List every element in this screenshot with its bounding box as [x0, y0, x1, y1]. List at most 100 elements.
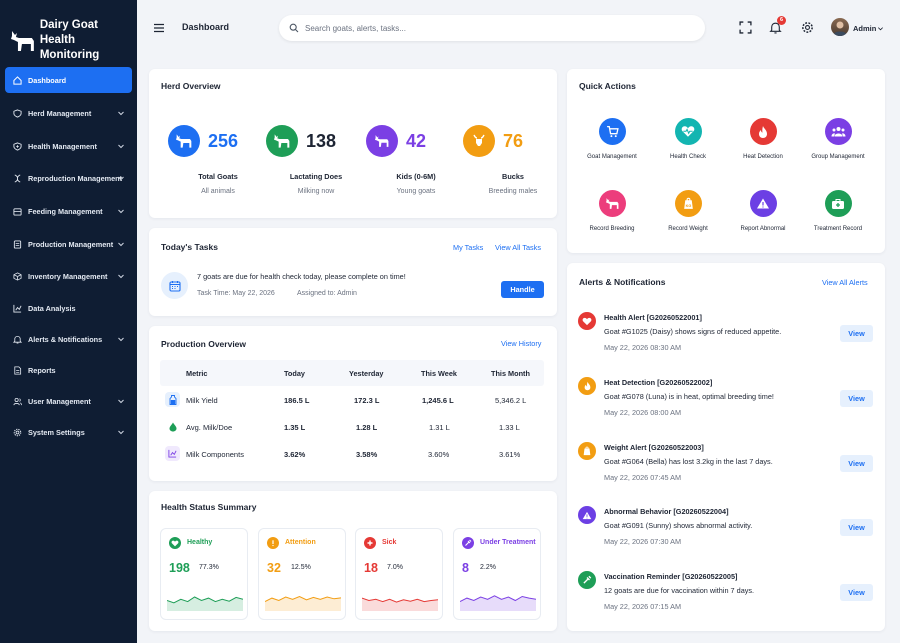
quick-action-heat-detection[interactable]: Heat Detection [728, 118, 798, 160]
sidebar-item-inventory[interactable]: Inventory Management [5, 263, 132, 289]
app-title-line2: Health Monitoring [39, 34, 100, 61]
alert-time: May 22, 2026 07:15 AM [604, 602, 682, 611]
alert-item[interactable]: Heat Detection [G20260522002] Goat #G078… [578, 377, 878, 437]
sidebar-item-label: Inventory Management [28, 271, 108, 281]
drop-icon [165, 419, 180, 434]
health-card-healthy[interactable]: Healthy 198 77.3% [160, 528, 248, 620]
metric-week: 1.31 L [429, 423, 450, 432]
alert-item[interactable]: Health Alert [G20260522001] Goat #G1025 … [578, 312, 878, 372]
quick-action-treatment-record[interactable]: Treatment Record [803, 190, 873, 232]
sidebar-item-herd[interactable]: Herd Management [5, 100, 132, 126]
view-history-link[interactable]: View History [501, 339, 541, 348]
top-bar: Dashboard [137, 0, 900, 57]
bell-icon [12, 334, 22, 344]
alert-description: Goat #G091 (Sunny) shows abnormal activi… [604, 521, 753, 530]
table-row[interactable]: Milk Components 3.62% 3.58% 3.60% 3.61% [160, 441, 544, 467]
alert-title: Heat Detection [G20260522002] [604, 378, 713, 387]
view-all-alerts-link[interactable]: View All Alerts [822, 278, 868, 287]
table-row[interactable]: Avg. Milk/Doe 1.35 L 1.28 L 1.31 L 1.33 … [160, 414, 544, 440]
quick-action-label: Heat Detection [743, 154, 783, 160]
quick-action-label: Treatment Record [813, 226, 863, 232]
health-card-attention[interactable]: Attention 32 12.5% [258, 528, 346, 620]
metric-yesterday: 1.28 L [356, 423, 378, 432]
alert-description: Goat #G064 (Bella) has lost 3.2kg in the… [604, 457, 773, 466]
quick-action-label: Health Check [669, 154, 707, 160]
view-button[interactable]: View [840, 325, 873, 342]
herd-stat-sub: Milking now [297, 188, 335, 195]
menu-icon[interactable] [153, 22, 165, 34]
alert-item[interactable]: Weight Alert [G20260522003] Goat #G064 (… [578, 442, 878, 502]
herd-stat-lactating[interactable]: 138 Lactating Does Milking now [266, 125, 356, 213]
quick-action-report-abnormal[interactable]: Report Abnormal [728, 190, 798, 232]
quick-action-label: Record Weight [668, 226, 708, 232]
column-header: This Month [491, 369, 530, 378]
herd-stat-bucks[interactable]: 76 Bucks Breeding males [463, 125, 553, 213]
sidebar-item-users[interactable]: User Management [5, 388, 132, 414]
fullscreen-icon[interactable] [739, 21, 752, 34]
chevron-down-icon[interactable] [877, 25, 884, 32]
alert-time: May 22, 2026 08:00 AM [604, 408, 682, 417]
health-status-name: Sick [382, 539, 397, 546]
chevron-down-icon [118, 176, 124, 181]
user-name[interactable]: Admin [853, 24, 876, 33]
herd-stat-total[interactable]: 256 Total Goats All animals [168, 125, 258, 213]
sidebar-item-reports[interactable]: Reports [5, 357, 132, 383]
search-input[interactable] [305, 23, 685, 33]
sidebar-item-health[interactable]: Health Management [5, 133, 132, 159]
column-header: Yesterday [349, 369, 384, 378]
quick-action-goat-management[interactable]: Goat Management [577, 118, 647, 160]
sidebar-item-analysis[interactable]: Data Analysis [5, 295, 132, 321]
alert-title: Health Alert [G20260522001] [604, 313, 702, 322]
task-time: Task Time: May 22, 2026 [197, 290, 275, 297]
view-button[interactable]: View [840, 455, 873, 472]
buck-head-icon [463, 125, 495, 157]
herd-stat-value: 76 [503, 131, 524, 151]
table-row[interactable]: Milk Yield 186.5 L 172.3 L 1,245.6 L 5,3… [160, 387, 544, 413]
quick-action-group-management[interactable]: Group Management [803, 118, 873, 160]
alert-item[interactable]: Abnormal Behavior [G20260522004] Goat #G… [578, 506, 878, 566]
my-tasks-link[interactable]: My Tasks [453, 243, 483, 252]
page-title: Dashboard [182, 22, 230, 32]
bottle-icon [165, 392, 180, 407]
chevron-down-icon [118, 242, 124, 247]
scale-icon [578, 442, 596, 460]
search-icon [289, 23, 299, 33]
sidebar-item-dashboard[interactable]: Dashboard [5, 67, 132, 93]
box-icon [12, 271, 22, 281]
cart-icon [598, 118, 626, 145]
flame-icon [749, 118, 777, 145]
herd-stat-label: Total Goats [198, 172, 238, 181]
herd-stat-kids[interactable]: 42 Kids (0-6M) Young goats [366, 125, 456, 213]
avatar[interactable] [831, 18, 849, 36]
sidebar-item-alerts[interactable]: Alerts & Notifications [5, 326, 132, 352]
search-bar[interactable] [279, 15, 705, 41]
health-card-sick[interactable]: Sick 18 7.0% [355, 528, 443, 620]
sidebar-item-reproduction[interactable]: Reproduction Management [5, 165, 132, 191]
heart-icon [578, 312, 596, 330]
view-button[interactable]: View [840, 584, 873, 601]
view-button[interactable]: View [840, 519, 873, 536]
alert-item[interactable]: Vaccination Reminder [G20260522005] 12 g… [578, 571, 878, 631]
handle-button[interactable]: Handle [501, 281, 544, 298]
quick-action-health-check[interactable]: Health Check [653, 118, 723, 160]
calendar-icon [161, 272, 188, 299]
health-card-treatment[interactable]: Under Treatment 8 2.2% [453, 528, 541, 620]
goat-icon [266, 125, 298, 157]
quick-action-record-weight[interactable]: KG Record Weight [653, 190, 723, 232]
quick-action-record-breeding[interactable]: Record Breeding [577, 190, 647, 232]
sidebar-item-settings[interactable]: System Settings [5, 419, 132, 445]
sidebar-item-production[interactable]: Production Management [5, 231, 132, 257]
sidebar-item-label: Data Analysis [28, 303, 76, 313]
health-summary-title: Health Status Summary [161, 502, 257, 512]
health-status-name: Healthy [187, 539, 213, 546]
chevron-down-icon [118, 111, 124, 116]
svg-text:KG: KG [685, 204, 691, 208]
health-status-pct: 77.3% [199, 564, 219, 571]
view-button[interactable]: View [840, 390, 873, 407]
flame-icon [578, 377, 596, 395]
view-all-tasks-link[interactable]: View All Tasks [495, 243, 541, 252]
herd-stat-sub: Breeding males [488, 188, 538, 195]
health-status-count: 18 [364, 561, 378, 575]
settings-gear-icon[interactable] [801, 21, 814, 34]
sidebar-item-feeding[interactable]: Feeding Management [5, 198, 132, 224]
